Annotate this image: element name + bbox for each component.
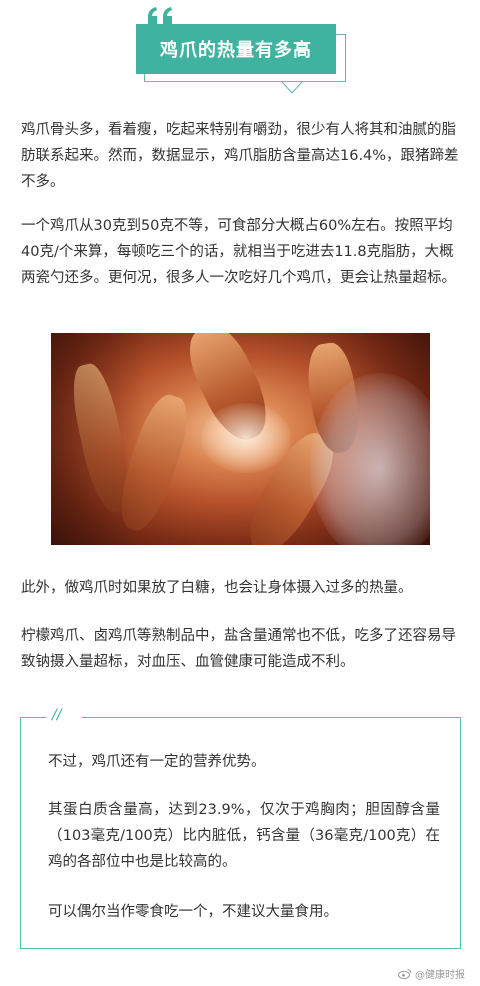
weibo-icon xyxy=(398,969,412,979)
paragraph-2: 一个鸡爪从30克到50克不等，可食部分大概占60%左右。按照平均40克/个来算，… xyxy=(21,218,456,286)
page-title: 鸡爪的热量有多高 xyxy=(136,24,336,74)
paragraph-1: 鸡爪骨头多，看着瘦，吃起来特别有嚼劲，很少有人将其和油腻的脂肪联系起来。然而，数… xyxy=(21,122,459,190)
paragraph-3: 此外，做鸡爪时如果放了白糖，也会让身体摄入过多的热量。 xyxy=(21,580,413,596)
title-pointer-icon xyxy=(282,81,302,94)
watermark: @健康时报 xyxy=(398,966,465,981)
paragraph-4: 柠檬鸡爪、卤鸡爪等熟制品中，盐含量通常也不低，吃多了还容易导致钠摄入量超标，对血… xyxy=(21,628,456,670)
title-banner: 鸡爪的热量有多高 xyxy=(136,24,348,104)
tip-paragraph-2: 其蛋白质含量高，达到23.9%，仅次于鸡胸肉；胆固醇含量（103毫克/100克）… xyxy=(48,802,440,870)
tip-paragraph-3: 可以偶尔当作零食吃一个，不建议大量食用。 xyxy=(48,904,338,920)
watermark-text: @健康时报 xyxy=(415,970,465,981)
chicken-feet-photo xyxy=(51,333,430,545)
tip-paragraph-1: 不过，鸡爪还有一定的营养优势。 xyxy=(48,754,266,770)
tip-marker: // xyxy=(52,707,62,723)
photo-shade xyxy=(51,333,430,545)
